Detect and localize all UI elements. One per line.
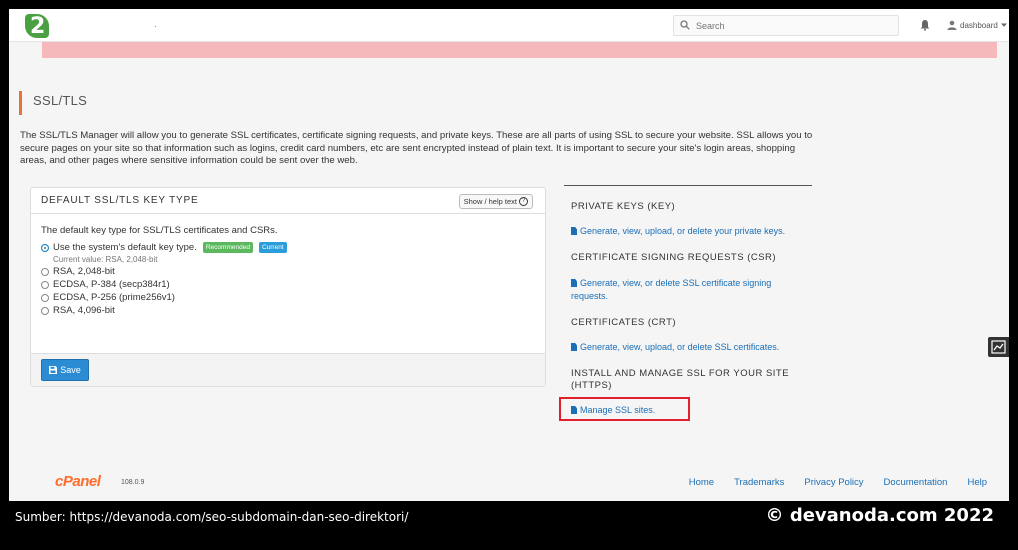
footer-links: Home Trademarks Privacy Policy Documenta… — [689, 477, 987, 488]
document-icon — [571, 343, 577, 351]
username: dashboard — [960, 20, 998, 30]
notice-banner — [42, 42, 997, 58]
section-title-certificates: CERTIFICATES (CRT) — [571, 317, 677, 328]
section-title-private-keys: PRIVATE KEYS (KEY) — [571, 201, 676, 212]
user-icon — [947, 20, 957, 30]
document-icon — [571, 227, 577, 235]
ssl-sections: PRIVATE KEYS (KEY) Generate, view, uploa… — [564, 185, 812, 415]
panel-body: The default key type for SSL/TLS certifi… — [41, 225, 531, 317]
app-logo[interactable]: 2 — [23, 12, 53, 42]
search-input[interactable] — [696, 18, 891, 33]
floppy-disk-icon — [49, 366, 58, 374]
option-label: Use the system's default key type. — [53, 242, 197, 253]
csr-link[interactable]: Generate, view, or delete SSL certificat… — [571, 277, 807, 303]
certificates-link[interactable]: Generate, view, upload, or delete SSL ce… — [571, 341, 807, 354]
analytics-widget[interactable] — [988, 337, 1009, 357]
panel-description: The default key type for SSL/TLS certifi… — [41, 225, 278, 236]
cpanel-logo: cPanel — [55, 473, 101, 490]
panel-header: DEFAULT SSL/TLS KEY TYPE Show / help tex… — [31, 188, 545, 214]
help-button-label: Show / help text — [463, 197, 517, 206]
top-header: 2 . dashboard — [9, 9, 1009, 42]
key-type-panel: DEFAULT SSL/TLS KEY TYPE Show / help tex… — [30, 187, 546, 387]
question-icon: ? — [519, 197, 528, 206]
page-title: SSL/TLS — [33, 93, 88, 108]
link-text: Generate, view, upload, or delete your p… — [580, 226, 786, 236]
highlight-box — [559, 397, 690, 421]
option-label: ECDSA, P-256 (prime256v1) — [53, 292, 175, 303]
source-caption: Sumber: https://devanoda.com/seo-subdoma… — [15, 510, 409, 524]
key-option-ecdsa-p384[interactable]: ECDSA, P-384 (secp384r1) — [41, 278, 531, 291]
radio-button[interactable] — [41, 306, 49, 315]
footer-link-privacy[interactable]: Privacy Policy — [804, 477, 863, 488]
footer-link-home[interactable]: Home — [689, 477, 714, 488]
current-value-text: Current value: RSA, 2,048-bit — [53, 255, 158, 264]
key-option-ecdsa-p256[interactable]: ECDSA, P-256 (prime256v1) — [41, 291, 531, 304]
panel-footer: Save — [31, 353, 545, 386]
footer-link-documentation[interactable]: Documentation — [884, 477, 948, 488]
page-intro: The SSL/TLS Manager will allow you to ge… — [20, 130, 813, 166]
option-label: RSA, 2,048-bit — [53, 266, 115, 277]
link-text: Generate, view, or delete SSL certificat… — [571, 278, 772, 301]
radio-button-selected[interactable] — [41, 243, 49, 252]
recommended-badge: Recommended — [202, 242, 253, 253]
document-icon — [571, 279, 577, 287]
panel-title: DEFAULT SSL/TLS KEY TYPE — [41, 195, 199, 206]
section-title-install-ssl: INSTALL AND MANAGE SSL FOR YOUR SITE (HT… — [571, 368, 790, 391]
user-menu[interactable]: dashboard — [947, 18, 1007, 32]
chart-line-icon — [991, 340, 1006, 354]
radio-button[interactable] — [41, 280, 49, 289]
cpanel-version: 108.0.9 — [121, 479, 145, 486]
show-help-button[interactable]: Show / help text ? — [458, 194, 533, 209]
link-text: Generate, view, upload, or delete SSL ce… — [580, 342, 780, 352]
save-button-label: Save — [60, 365, 81, 375]
option-label: ECDSA, P-384 (secp384r1) — [53, 279, 170, 290]
current-badge: Current — [258, 242, 287, 253]
copyright-watermark: © devanoda.com 2022 — [765, 505, 994, 526]
save-button[interactable]: Save — [41, 359, 89, 381]
section-title-csr: CERTIFICATE SIGNING REQUESTS (CSR) — [571, 252, 777, 263]
header-dot: . — [154, 19, 157, 30]
footer-link-trademarks[interactable]: Trademarks — [734, 477, 784, 488]
title-accent-bar — [19, 91, 22, 115]
bell-icon[interactable] — [919, 19, 931, 31]
option-label: RSA, 4,096-bit — [53, 305, 115, 316]
key-option-rsa-2048[interactable]: RSA, 2,048-bit — [41, 265, 531, 278]
key-option-default[interactable]: Use the system's default key type. Recom… — [41, 241, 531, 254]
radio-button[interactable] — [41, 293, 49, 302]
radio-button[interactable] — [41, 267, 49, 276]
footer-link-help[interactable]: Help — [967, 477, 987, 488]
search-box[interactable] — [673, 15, 899, 36]
search-icon — [680, 20, 690, 30]
private-keys-link[interactable]: Generate, view, upload, or delete your p… — [571, 225, 807, 238]
caret-down-icon — [1000, 23, 1007, 27]
key-option-rsa-4096[interactable]: RSA, 4,096-bit — [41, 304, 531, 317]
browser-viewport: 2 . dashboard SSL/TLS The SSL/TL — [9, 9, 1009, 501]
